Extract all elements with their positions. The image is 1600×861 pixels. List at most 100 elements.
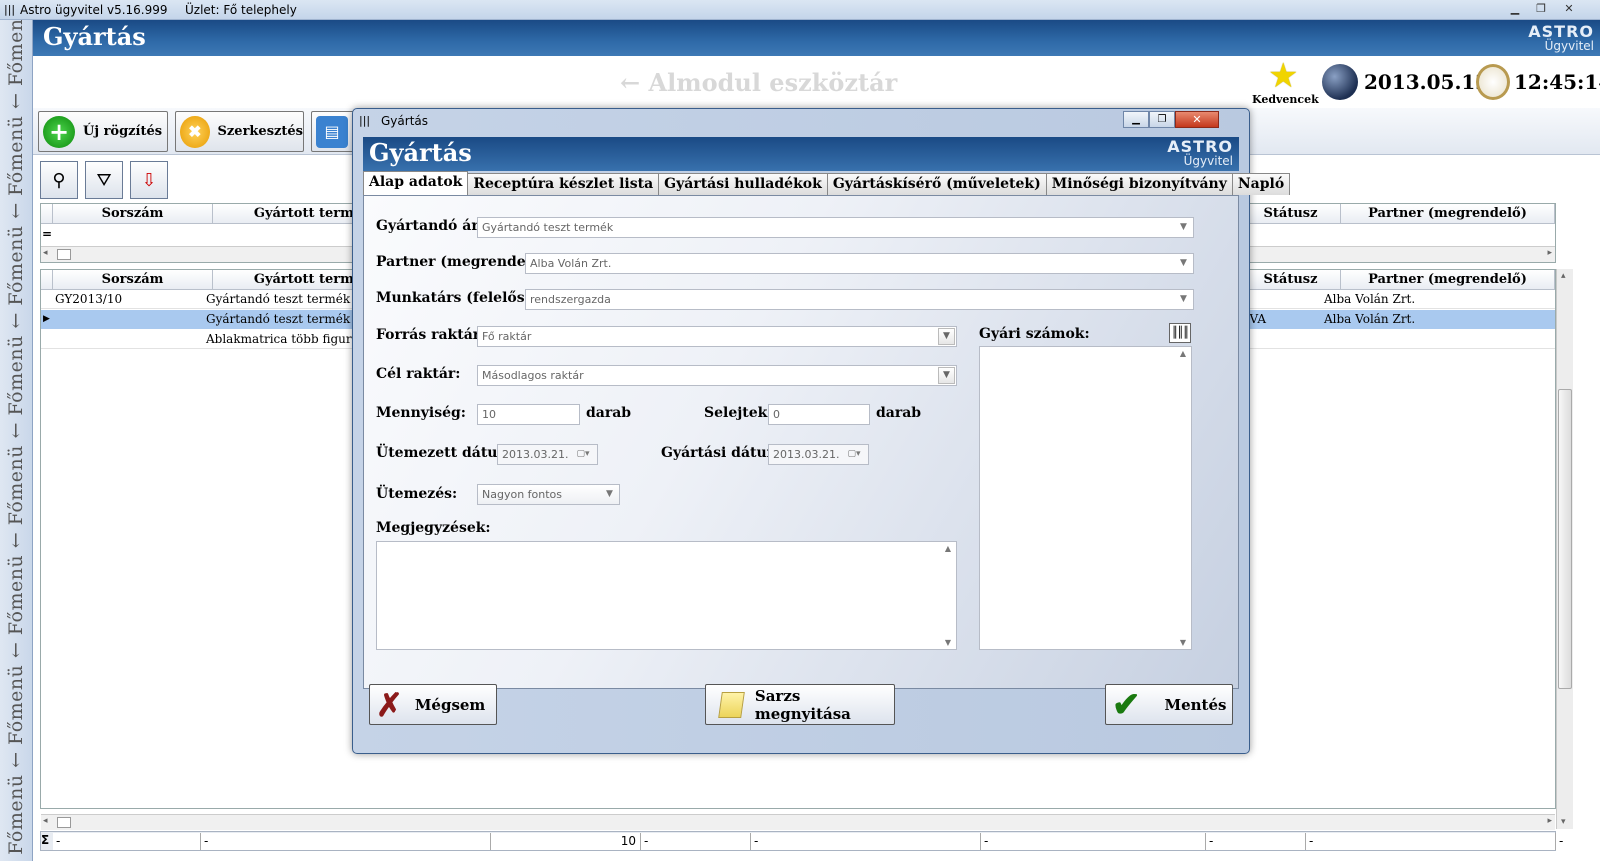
source-warehouse-select[interactable]: Fő raktár ▼ [477, 326, 957, 347]
scroll-left-icon[interactable]: ◂ [43, 816, 48, 826]
minimize-icon[interactable]: ▁ [1504, 1, 1526, 17]
book-icon: ▤ [316, 115, 348, 148]
serials-list[interactable]: ▲ ▼ [979, 346, 1192, 650]
column-header-partner[interactable]: Partner (megrendelő) [1341, 270, 1555, 290]
edit-button[interactable]: ✖ Szerkesztés [175, 111, 304, 152]
dialog-tabs: Alap adatok Receptúra készlet lista Gyár… [363, 171, 1291, 195]
minimize-icon[interactable]: ▁ [1123, 111, 1149, 128]
window-title: Astro ügyvitel v5.16.999 [20, 3, 168, 17]
source-warehouse-label: Forrás raktár: [376, 327, 486, 343]
scroll-up-icon[interactable]: ▴ [1561, 271, 1566, 281]
binoculars-button[interactable]: ⚲ [40, 161, 78, 199]
scroll-right-icon[interactable]: ▸ [1547, 248, 1552, 258]
main-menu-sidebar[interactable]: Főmenü ← Főmenü ← Főmenü ← Főmenü ← Főme… [0, 20, 33, 861]
serials-scrollbar[interactable]: ▲ ▼ [1175, 347, 1191, 649]
target-warehouse-label: Cél raktár: [376, 366, 461, 382]
main-grid-vscrollbar[interactable]: ▴ ▾ [1556, 269, 1573, 829]
favorites[interactable]: ★ Kedvencek [1252, 58, 1319, 106]
scroll-thumb[interactable] [57, 817, 71, 828]
column-header-statusz[interactable]: Státusz [1241, 270, 1341, 290]
chevron-down-icon[interactable]: ▼ [602, 487, 617, 502]
maximize-icon[interactable]: ❐ [1149, 111, 1175, 128]
target-warehouse-select[interactable]: Másodlagos raktár ▼ [477, 365, 957, 386]
export-button[interactable]: ⇩ [130, 161, 168, 199]
column-header-partner[interactable]: Partner (megrendelő) [1341, 204, 1555, 224]
dialog-window-title: Gyártás [381, 114, 428, 128]
star-icon[interactable]: ★ [1268, 58, 1298, 94]
save-button[interactable]: ✔ Mentés [1105, 684, 1233, 725]
cancel-button[interactable]: ✗ Mégsem [369, 684, 497, 725]
open-book-button[interactable]: ▤ [311, 111, 357, 152]
scheduled-date-picker[interactable]: 2013.03.21. ▢▾ [497, 444, 598, 465]
submodule-toolbar-hint: ← Almodul eszköztár [620, 68, 898, 97]
notes-textarea[interactable]: ▲ ▼ [376, 541, 957, 650]
employee-label: Munkatárs (felelős): [376, 290, 537, 306]
tab-muveletek[interactable]: Gyártáskísérő (műveletek) [826, 173, 1047, 195]
quantity-unit: darab [586, 405, 632, 421]
product-combo[interactable]: Gyártandó teszt termék ▼ [477, 217, 1194, 238]
chevron-down-icon[interactable]: ▼ [938, 367, 955, 384]
scroll-thumb[interactable] [57, 249, 71, 260]
current-time: 12:45:14 [1514, 70, 1600, 94]
tab-naplo[interactable]: Napló [1231, 173, 1291, 195]
main-menu-label[interactable]: Főmenü ← Főmenü ← Főmenü ← Főmenü ← Főme… [5, 20, 29, 855]
scroll-down-icon[interactable]: ▼ [940, 638, 956, 647]
scroll-down-icon[interactable]: ▾ [1561, 817, 1566, 827]
astro-logo: ASTRO Ügyvitel [1528, 22, 1594, 53]
tab-minosegi[interactable]: Minőségi bizonyítvány [1045, 173, 1233, 195]
chevron-down-icon[interactable]: ▼ [1176, 292, 1191, 307]
new-record-button[interactable]: + Új rögzítés [38, 111, 168, 152]
dialog-titlebar: ||| Gyártás ▁ ❐ ✕ [353, 109, 1249, 133]
scroll-down-icon[interactable]: ▼ [1175, 638, 1191, 647]
tab-alap-adatok[interactable]: Alap adatok [363, 171, 469, 195]
scroll-up-icon[interactable]: ▲ [940, 544, 956, 553]
priority-select[interactable]: Nagyon fontos ▼ [477, 484, 620, 505]
tab-receptura[interactable]: Receptúra készlet lista [467, 173, 660, 195]
employee-combo[interactable]: rendszergazda ▼ [525, 289, 1194, 310]
scroll-thumb[interactable] [1558, 389, 1572, 689]
barcode-icon[interactable]: ║║║ [1169, 323, 1191, 343]
quantity-label: Mennyiség: [376, 405, 466, 421]
note-icon [718, 691, 745, 718]
calendar-icon[interactable]: ▢▾ [842, 447, 866, 462]
column-header-sorszam[interactable]: Sorszám [53, 270, 213, 290]
tab-panel-alap-adatok: Gyártandó áru: Gyártandó teszt termék ▼ … [363, 195, 1239, 689]
scroll-up-icon[interactable]: ▲ [1175, 349, 1191, 358]
dialog-header: Gyártás ASTRO Ügyvitel [363, 137, 1239, 171]
column-header-statusz[interactable]: Státusz [1241, 204, 1341, 224]
sigma-icon: Σ [41, 833, 50, 847]
x-mark-icon: ✗ [376, 685, 403, 724]
tab-hulladekok[interactable]: Gyártási hulladékok [658, 173, 828, 195]
floppy-download-icon: ⇩ [141, 169, 157, 191]
main-grid-hscrollbar[interactable]: ◂ ▸ [41, 814, 1555, 830]
module-header: Gyártás ASTRO Ügyvitel [33, 20, 1600, 56]
scrap-unit: darab [876, 405, 922, 421]
chevron-down-icon[interactable]: ▼ [1176, 256, 1191, 271]
astro-logo: ASTRO Ügyvitel [1167, 137, 1233, 168]
calendar-icon[interactable]: ▢▾ [571, 447, 595, 462]
tools-icon: ✖ [180, 115, 210, 148]
partner-combo[interactable]: Alba Volán Zrt. ▼ [525, 253, 1194, 274]
close-icon[interactable]: ✕ [1175, 111, 1219, 128]
plus-icon: + [43, 115, 75, 148]
priority-label: Ütemezés: [376, 486, 458, 502]
scroll-right-icon[interactable]: ▸ [1547, 816, 1552, 826]
quantity-input[interactable]: 10 [477, 404, 580, 425]
notes-label: Megjegyzések: [376, 520, 491, 536]
filter-button[interactable]: ⛛ [85, 161, 123, 199]
open-batch-button[interactable]: Sarzs megnyitása [705, 684, 895, 725]
dialog-title: Gyártás [369, 138, 472, 167]
scroll-left-icon[interactable]: ◂ [43, 248, 48, 258]
close-icon[interactable]: ✕ [1558, 1, 1580, 17]
production-date-picker[interactable]: 2013.03.21. ▢▾ [768, 444, 869, 465]
production-dialog[interactable]: ||| Gyártás ▁ ❐ ✕ Gyártás ASTRO Ügyvitel… [352, 108, 1291, 754]
summary-row: Σ - - 10 - - - - - - [40, 831, 1563, 851]
notes-scrollbar[interactable]: ▲ ▼ [940, 542, 956, 649]
chevron-down-icon[interactable]: ▼ [1176, 220, 1191, 235]
scrap-input[interactable]: 0 [768, 404, 870, 425]
column-header-sorszam[interactable]: Sorszám [53, 204, 213, 224]
maximize-icon[interactable]: ❐ [1530, 1, 1552, 17]
chevron-down-icon[interactable]: ▼ [938, 328, 955, 345]
row-pointer-icon: ▶ [43, 314, 50, 324]
favorites-label: Kedvencek [1252, 93, 1319, 106]
